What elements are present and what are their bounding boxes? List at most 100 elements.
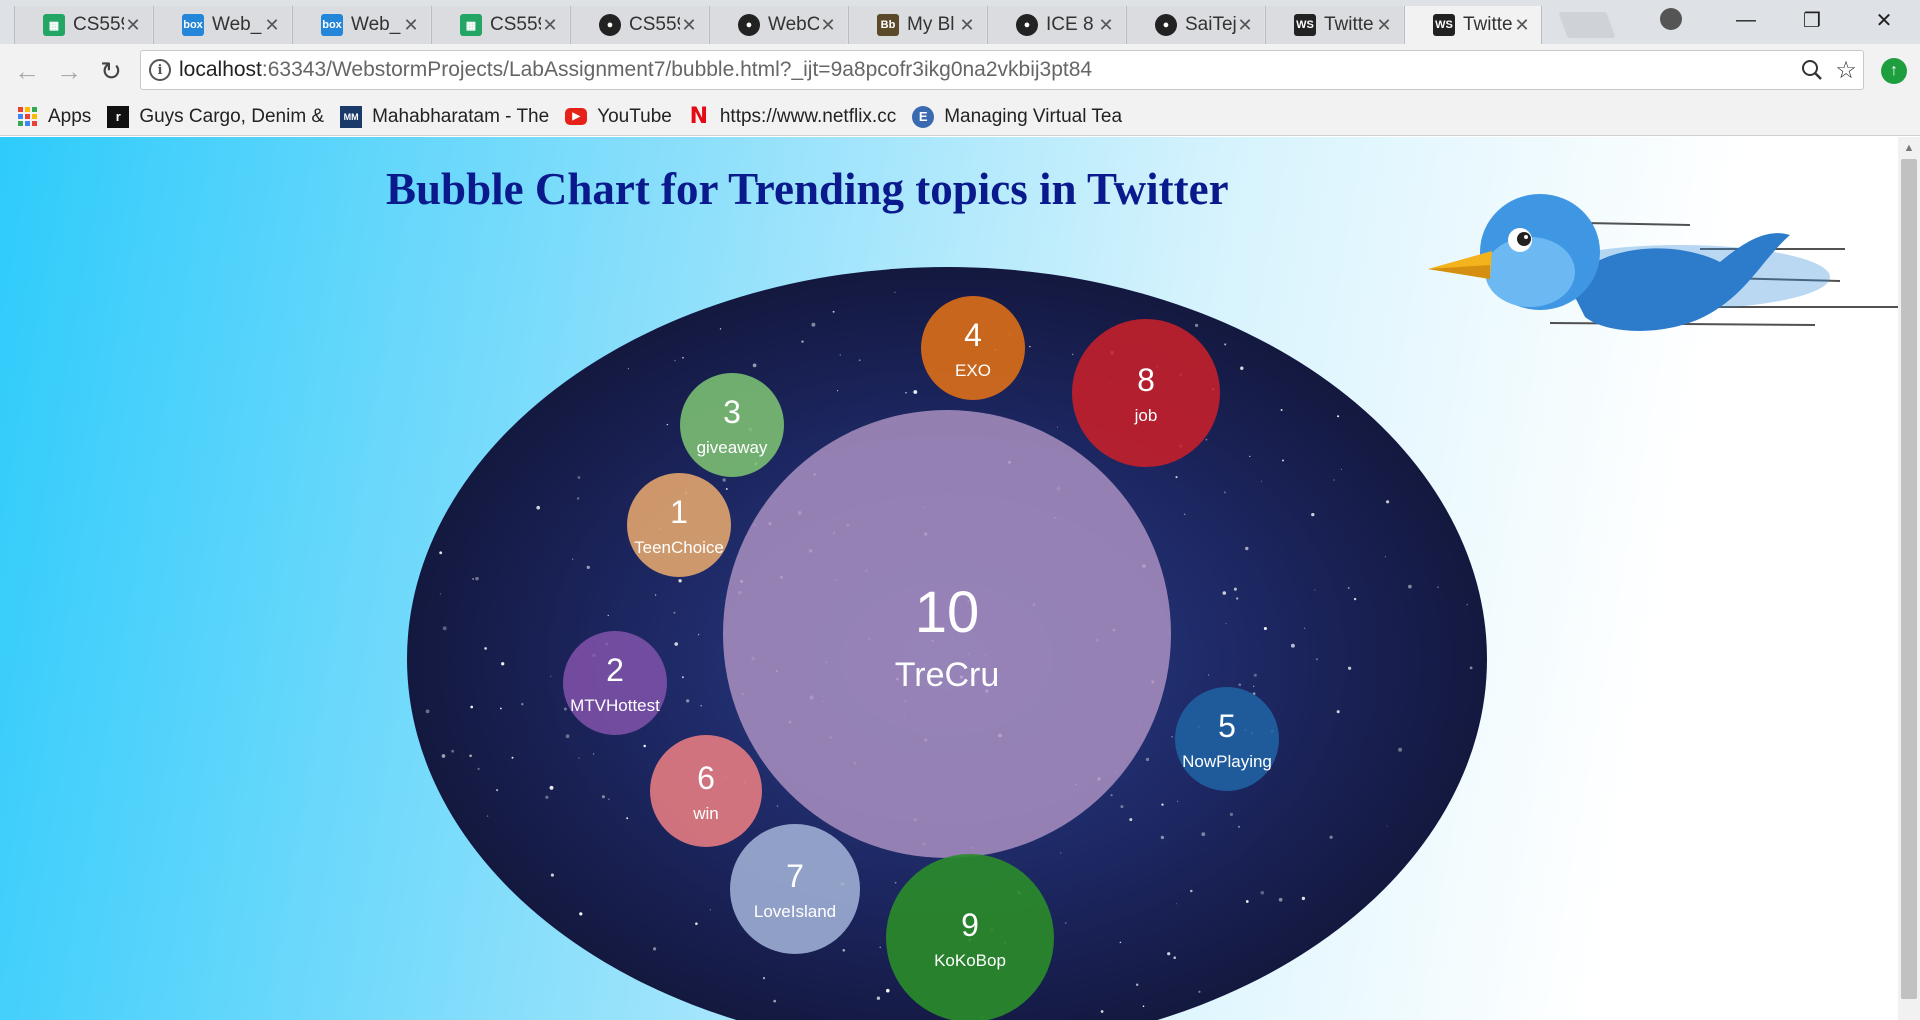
bubble-label: TeenChoice xyxy=(634,538,724,557)
star xyxy=(719,328,722,330)
star xyxy=(1333,479,1335,481)
tab-close-icon[interactable]: ✕ xyxy=(263,15,281,36)
bubble-win[interactable]: 6 win xyxy=(650,735,762,847)
bubble-value: 3 xyxy=(723,394,741,430)
bookmark-5[interactable]: E Managing Virtual Tea xyxy=(912,105,1122,128)
info-icon[interactable]: i xyxy=(149,59,171,81)
close-window-icon[interactable]: ✕ xyxy=(1856,0,1912,40)
zoom-icon[interactable] xyxy=(1795,59,1829,81)
star xyxy=(1056,426,1059,428)
tab-close-icon[interactable]: ✕ xyxy=(541,15,559,36)
star xyxy=(475,576,479,581)
vertical-scrollbar[interactable]: ▲ xyxy=(1898,137,1920,1020)
forward-icon[interactable]: → xyxy=(54,56,84,86)
tab-close-icon[interactable]: ✕ xyxy=(819,15,837,36)
star xyxy=(1120,805,1124,809)
star xyxy=(1466,603,1469,606)
scroll-thumb[interactable] xyxy=(1901,159,1917,999)
tab-close-icon[interactable]: ✕ xyxy=(124,15,142,36)
bookmark-star-icon[interactable]: ☆ xyxy=(1829,56,1863,85)
star xyxy=(1237,825,1241,828)
tab-10[interactable]: WS Twitte ✕ xyxy=(1404,6,1542,44)
tab-6[interactable]: Bb My Bl ✕ xyxy=(848,6,986,44)
bubble-label: EXO xyxy=(955,361,991,380)
bubble-loveisland[interactable]: 7 LoveIsland xyxy=(730,824,860,954)
apps-grid xyxy=(16,106,38,128)
bubble-kokobop[interactable]: 9 KoKoBop xyxy=(886,854,1054,1020)
restore-icon[interactable]: ❐ xyxy=(1784,0,1840,40)
star xyxy=(425,709,430,714)
bubble-job[interactable]: 8 job xyxy=(1072,319,1220,467)
star xyxy=(1353,597,1357,601)
address-bar[interactable]: i localhost:63343/WebstormProjects/LabAs… xyxy=(140,50,1864,90)
reload-icon[interactable]: ↻ xyxy=(96,56,126,86)
bookmark-label: Apps xyxy=(48,105,92,127)
star xyxy=(686,699,690,703)
star xyxy=(521,702,524,706)
tab-close-icon[interactable]: ✕ xyxy=(402,15,420,36)
tab-title: Web_I xyxy=(351,14,402,35)
bookmark-1[interactable]: r Guys Cargo, Denim & xyxy=(107,105,324,128)
bubble-teenchoice[interactable]: 1 TeenChoice xyxy=(627,473,731,577)
tab-7[interactable]: ● ICE 8 ✕ xyxy=(987,6,1125,44)
bookmark-3[interactable]: ▶ YouTube xyxy=(565,106,672,128)
tab-close-icon[interactable]: ✕ xyxy=(1375,15,1393,36)
tab-close-icon[interactable]: ✕ xyxy=(1097,15,1115,36)
star xyxy=(1160,835,1165,840)
bubble-giveaway[interactable]: 3 giveaway xyxy=(680,373,784,477)
star xyxy=(722,478,726,482)
tab-5[interactable]: ● WebC ✕ xyxy=(709,6,847,44)
tab-4[interactable]: ● CS559✕ xyxy=(570,6,708,44)
star xyxy=(1347,586,1350,589)
star xyxy=(1337,415,1340,418)
url-text[interactable]: localhost:63343/WebstormProjects/LabAssi… xyxy=(179,58,1795,82)
tab-title: Twitte xyxy=(1463,14,1513,35)
star xyxy=(1129,818,1133,822)
webstorm-icon: WS xyxy=(1433,14,1455,36)
bubble-value: 7 xyxy=(786,858,804,894)
tab-title: CS559 xyxy=(629,14,680,35)
tab-close-icon[interactable]: ✕ xyxy=(958,15,976,36)
star xyxy=(486,815,489,817)
bookmark-2[interactable]: MM Mahabharatam - The xyxy=(340,105,549,128)
minimize-icon[interactable]: — xyxy=(1718,0,1774,40)
bubble-trecru[interactable]: 10 TreCru xyxy=(723,410,1171,858)
star xyxy=(442,626,447,631)
tab-3[interactable]: ▦ CS559✕ xyxy=(431,6,569,44)
new-tab-button[interactable] xyxy=(1558,12,1616,38)
tab-close-icon[interactable]: ✕ xyxy=(1236,15,1254,36)
star xyxy=(511,756,514,759)
extension-icon[interactable]: ↑ xyxy=(1881,58,1907,84)
star xyxy=(579,912,583,916)
scroll-up-arrow[interactable]: ▲ xyxy=(1898,137,1920,159)
star xyxy=(894,291,896,293)
star xyxy=(565,734,570,739)
bookmarks-bar: Apps r Guys Cargo, Denim & MM Mahabharatam -… xyxy=(0,98,1920,136)
tab-8[interactable]: ● SaiTej ✕ xyxy=(1126,6,1264,44)
star xyxy=(1384,556,1387,558)
star xyxy=(700,704,702,707)
star xyxy=(1245,546,1249,551)
bubble-mtvhottest[interactable]: 2 MTVHottest xyxy=(563,631,667,735)
bookmark-0[interactable]: Apps xyxy=(16,106,91,128)
tab-0[interactable]: ▦ CS559✕ xyxy=(14,6,152,44)
bubble-value: 8 xyxy=(1137,362,1155,398)
tab-close-icon[interactable]: ✕ xyxy=(680,15,698,36)
sheets-icon: ▦ xyxy=(43,14,65,36)
back-icon[interactable]: ← xyxy=(12,56,42,86)
tab-close-icon[interactable]: ✕ xyxy=(1513,15,1531,36)
star xyxy=(439,593,441,595)
bubble-nowplaying[interactable]: 5 NowPlaying xyxy=(1175,687,1279,791)
star xyxy=(1161,803,1164,806)
tab-1[interactable]: box Web_I ✕ xyxy=(153,6,291,44)
bubble-exo[interactable]: 4 EXO xyxy=(921,296,1025,400)
bubble-value: 6 xyxy=(697,760,715,796)
star xyxy=(681,676,684,679)
youtube-icon: ▶ xyxy=(565,108,588,125)
tab-9[interactable]: WS Twitte ✕ xyxy=(1265,6,1403,44)
profile-icon[interactable] xyxy=(1660,8,1682,30)
bookmark-4[interactable]: Nhttps://www.netflix.cc xyxy=(688,104,897,129)
star xyxy=(477,767,480,771)
tab-2[interactable]: box Web_I ✕ xyxy=(292,6,430,44)
star xyxy=(752,363,757,368)
